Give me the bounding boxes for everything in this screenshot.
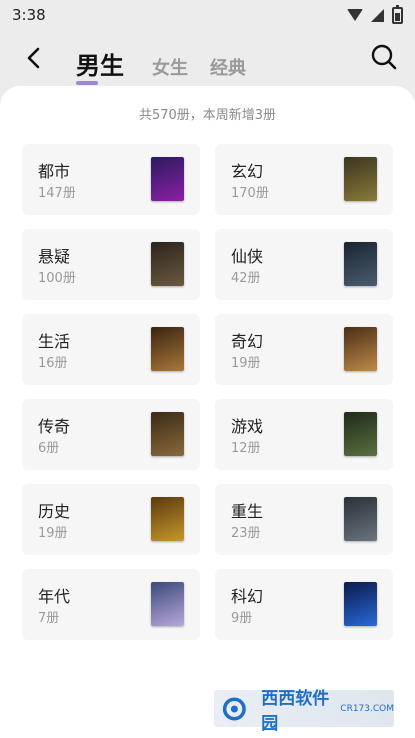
tab-female[interactable]: 女生 — [152, 54, 188, 80]
category-count: 16册 — [38, 356, 68, 371]
tab-classic[interactable]: 经典 — [210, 54, 246, 80]
category-count: 100册 — [38, 271, 76, 286]
category-count: 9册 — [231, 611, 253, 626]
active-tab-indicator — [76, 81, 98, 85]
category-grid: 都市 147册 玄幻 170册 悬疑 100册 仙侠 42册 生活 16册 奇幻 19册 传奇 6册 游戏 1… — [22, 144, 393, 640]
category-name: 年代 — [38, 587, 71, 606]
back-arrow-icon — [27, 47, 40, 69]
category-name: 生活 — [38, 332, 71, 351]
watermark-subtext: CR173.COM — [340, 703, 394, 714]
category-count: 23册 — [231, 526, 261, 541]
battery-icon — [392, 4, 403, 24]
category-name: 仙侠 — [231, 247, 264, 266]
book-cover-image — [344, 582, 377, 626]
category-name: 玄幻 — [231, 162, 264, 181]
status-time: 3:38 — [12, 6, 46, 24]
category-name: 重生 — [231, 502, 264, 521]
category-name: 传奇 — [38, 417, 71, 436]
book-cover-image — [344, 412, 377, 456]
book-cover-image — [344, 497, 377, 541]
category-card[interactable]: 传奇 6册 — [22, 399, 200, 470]
back-button[interactable] — [18, 40, 48, 76]
category-name: 悬疑 — [38, 247, 71, 266]
status-bar: 3:38 — [0, 0, 415, 30]
signal-icon — [371, 8, 384, 22]
category-card[interactable]: 年代 7册 — [22, 569, 200, 640]
category-card[interactable]: 仙侠 42册 — [215, 229, 393, 300]
category-count: 42册 — [231, 271, 261, 286]
category-card[interactable]: 奇幻 19册 — [215, 314, 393, 385]
header: 男生 女生 经典 — [0, 30, 415, 92]
category-name: 历史 — [38, 502, 71, 521]
category-card[interactable]: 玄幻 170册 — [215, 144, 393, 215]
category-count: 19册 — [231, 356, 261, 371]
watermark: 西西软件园 CR173.COM — [214, 689, 394, 734]
category-card[interactable]: 生活 16册 — [22, 314, 200, 385]
book-cover-image — [151, 327, 184, 371]
book-cover-image — [151, 242, 184, 286]
book-cover-image — [344, 242, 377, 286]
category-name: 奇幻 — [231, 332, 264, 351]
tab-bar: 男生 女生 经典 — [76, 46, 268, 85]
category-card[interactable]: 科幻 9册 — [215, 569, 393, 640]
search-icon — [371, 44, 397, 70]
category-count: 147册 — [38, 186, 76, 201]
tab-classic-label: 经典 — [210, 58, 246, 79]
tab-male[interactable]: 男生 — [76, 46, 124, 85]
category-name: 游戏 — [231, 417, 264, 436]
category-panel: 共570册，本周新增3册 都市 147册 玄幻 170册悬疑 100册 仙侠 42册生活 16… — [0, 86, 415, 738]
book-cover-image — [151, 412, 184, 456]
watermark-text: 西西软件园 — [261, 688, 330, 734]
category-count: 7册 — [38, 611, 60, 626]
category-count: 6册 — [38, 441, 60, 456]
watermark-logo-icon — [222, 697, 246, 720]
category-card[interactable]: 游戏 12册 — [215, 399, 393, 470]
category-card[interactable]: 历史 19册 — [22, 484, 200, 555]
category-card[interactable]: 悬疑 100册 — [22, 229, 200, 300]
category-count: 170册 — [231, 186, 269, 201]
category-card[interactable]: 重生 23册 — [215, 484, 393, 555]
wifi-icon — [347, 9, 363, 21]
book-cover-image — [151, 582, 184, 626]
category-name: 都市 — [38, 162, 71, 181]
summary-text: 共570册，本周新增3册 — [138, 108, 277, 123]
category-count: 12册 — [231, 441, 261, 456]
category-count: 19册 — [38, 526, 68, 541]
book-cover-image — [151, 157, 184, 201]
tab-male-label: 男生 — [76, 52, 124, 80]
book-cover-image — [151, 497, 184, 541]
search-button[interactable] — [369, 42, 399, 72]
status-icons — [347, 4, 403, 24]
book-cover-image — [344, 327, 377, 371]
category-name: 科幻 — [231, 587, 264, 606]
tab-female-label: 女生 — [152, 58, 188, 79]
category-card[interactable]: 都市 147册 — [22, 144, 200, 215]
book-cover-image — [344, 157, 377, 201]
